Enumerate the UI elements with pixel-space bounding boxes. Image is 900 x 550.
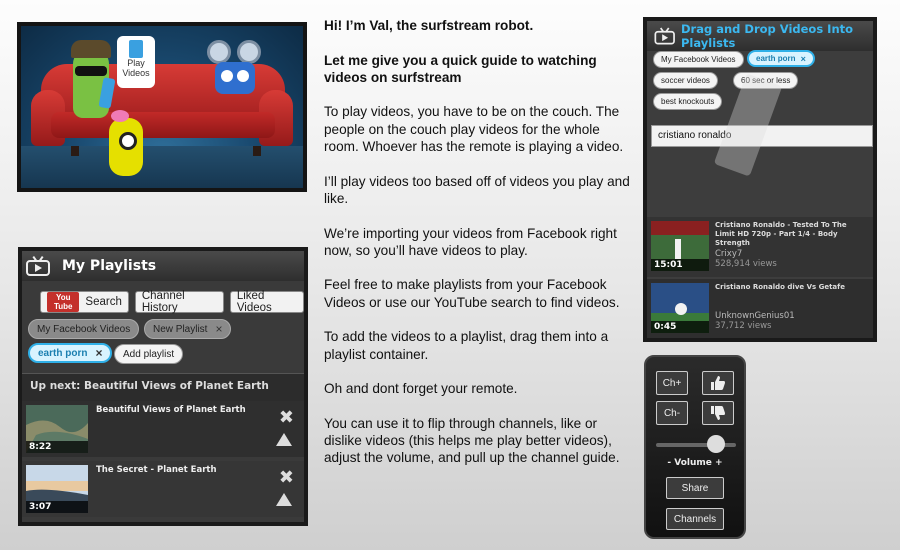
guide-paragraph: You can use it to flip through channels,… [324,415,620,466]
pill-label: My Facebook Videos [661,55,736,64]
sunglasses [75,66,107,76]
robot-eye [221,70,233,82]
guide-paragraph: To play videos, you have to be on the co… [324,104,624,155]
video-title: Beautiful Views of Planet Earth [96,405,246,415]
playlist-video-row[interactable]: 8:22 Beautiful Views of Planet Earth ✖ [22,401,304,457]
film-reel [237,40,261,64]
video-duration: 8:22 [26,441,88,453]
couch-leg [71,146,79,156]
yellow-character [109,110,143,176]
drag-drop-panel: Drag and Drop Videos Into Playlists My F… [643,17,877,342]
val-robot-character [207,40,263,96]
close-icon[interactable]: × [215,322,222,336]
playlist-pill-earthporn[interactable]: earth porn × [747,50,815,67]
drag-panel-title: Drag and Drop Videos Into Playlists [681,22,854,50]
volume-label: - Volume + [667,458,723,468]
volume-slider-knob[interactable] [707,435,725,453]
video-title: Cristiano Ronaldo dive Vs Getafe [715,283,845,291]
thumbs-up-icon [711,376,725,390]
search-tab-button[interactable]: You Tube Search [40,291,129,313]
playlists-header: My Playlists [22,251,304,281]
couch-leg [253,146,261,156]
channel-history-tab-button[interactable]: Channel History [134,290,224,314]
close-icon[interactable]: × [801,54,806,64]
move-up-icon[interactable] [276,493,292,506]
video-thumbnail: 0:45 [651,283,709,333]
pill-label: earth porn [756,54,796,63]
playlist-pill-facebook[interactable]: My Facebook Videos [28,319,140,339]
pill-label: earth porn [38,347,88,359]
bubble-text: Play Videos [122,58,150,78]
guide-text: Hi! I’m Val, the surfstream robot. Let m… [324,17,636,484]
remote-control: Ch+ Ch- - Volume + Share Channels [644,355,746,539]
video-title: Cristiano Ronaldo - Tested To The Limit … [715,221,847,247]
video-views: 528,914 views [715,259,777,269]
robot-eye [237,70,249,82]
tv-icon [654,27,675,45]
character-eye [119,132,137,150]
guide-intro: Let me give you a quick guide to watchin… [324,52,597,85]
playlist-pill-facebook[interactable]: My Facebook Videos [653,51,744,68]
playlist-pill-new-playlist[interactable]: New Playlist × [144,319,232,339]
playlist-tabs: You Tube Search Channel History Liked Vi… [40,290,304,314]
play-videos-bubble: Play Videos [117,36,155,88]
pill-label: Add playlist [123,348,175,360]
youtube-logo-icon: You Tube [47,292,80,312]
video-title: The Secret - Planet Earth [96,465,217,475]
search-tab-label: Search [85,296,122,308]
dislike-button[interactable] [702,401,734,425]
video-duration: 3:07 [26,501,88,513]
playlist-pill-soccer[interactable]: soccer videos [653,72,718,89]
guide-paragraph: We’re importing your videos from Faceboo… [324,225,617,258]
channels-button[interactable]: Channels [666,508,724,530]
my-playlists-panel: My Playlists You Tube Search Channel His… [18,247,308,526]
video-duration: 0:45 [651,321,709,333]
playlists-title: My Playlists [62,258,157,274]
guide-paragraph: Feel free to make playlists from your Fa… [324,277,620,310]
video-thumbnail: 8:22 [26,405,88,453]
remote-icon [129,40,143,58]
pill-label: best knockouts [661,97,715,106]
close-icon[interactable]: × [95,346,102,360]
greeting: Hi! I’m Val, the surfstream robot. [324,18,534,33]
scene-background: Play Videos [21,26,303,188]
drag-panel-inner: Drag and Drop Videos Into Playlists My F… [647,21,873,338]
add-playlist-button[interactable]: Add playlist [114,344,184,364]
pill-label: My Facebook Videos [37,323,131,335]
thumbs-down-icon [711,406,725,420]
video-thumbnail: 3:07 [26,465,88,513]
hat [71,40,111,58]
like-button[interactable] [702,371,734,395]
pink-bow [111,110,129,122]
pill-label: soccer videos [661,76,710,85]
remove-video-icon[interactable]: ✖ [279,467,294,488]
tv-icon [26,255,50,276]
playlist-pill-earthporn[interactable]: earth porn × [28,343,113,363]
playlists-panel-inner: My Playlists You Tube Search Channel His… [22,251,304,522]
guide-paragraph: To add the videos to a playlist, drag th… [324,329,609,362]
remove-video-icon[interactable]: ✖ [279,407,294,428]
pill-label: New Playlist [153,323,208,335]
playlist-pill-knockouts[interactable]: best knockouts [653,93,723,110]
up-next-label: Up next: Beautiful Views of Planet Earth [22,373,304,401]
film-reel [207,40,231,64]
channel-down-button[interactable]: Ch- [656,401,688,425]
guide-paragraph: Oh and dont forget your remote. [324,381,518,397]
video-author: UnknownGenius01 [715,311,795,321]
video-duration: 15:01 [651,259,709,271]
share-button[interactable]: Share [666,477,724,499]
search-result-row[interactable]: 15:01 Cristiano Ronaldo - Tested To The … [647,217,873,277]
video-author: Crixy7 [715,249,743,259]
move-up-icon[interactable] [276,433,292,446]
couch-scene-illustration: Play Videos [17,22,307,192]
video-views: 37,712 views [715,321,772,331]
playlist-video-row[interactable]: 3:07 The Secret - Planet Earth ✖ [22,461,304,517]
drag-panel-header: Drag and Drop Videos Into Playlists [647,21,873,51]
video-thumbnail: 15:01 [651,221,709,271]
search-result-row[interactable]: 0:45 Cristiano Ronaldo dive Vs Getafe Un… [647,279,873,338]
channel-up-button[interactable]: Ch+ [656,371,688,395]
liked-videos-tab-button[interactable]: Liked Videos [229,290,304,314]
guide-paragraph: I’ll play videos too based off of videos… [324,173,630,206]
